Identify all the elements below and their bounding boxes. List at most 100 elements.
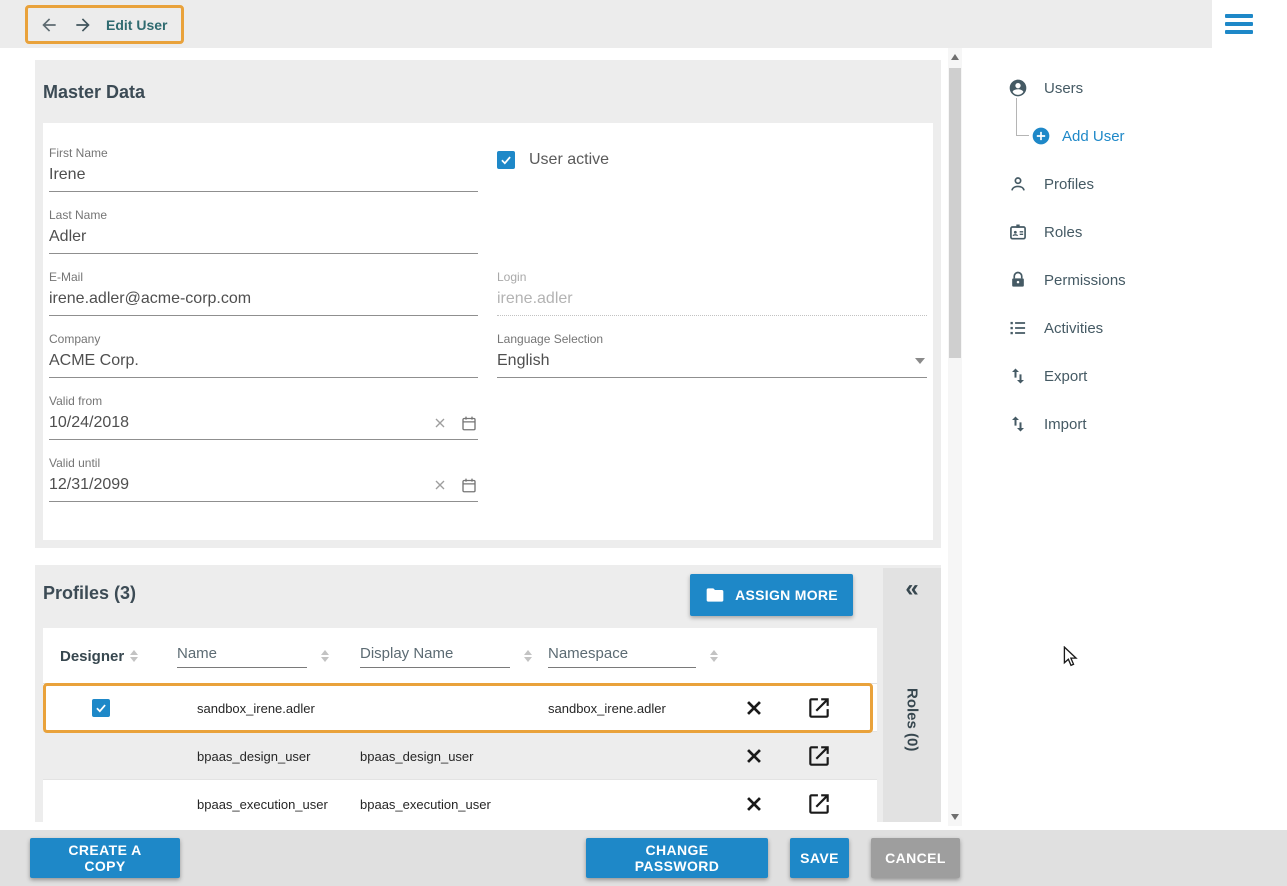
clear-date-icon[interactable] <box>432 415 448 431</box>
open-in-new-icon <box>806 695 832 721</box>
add-circle-icon <box>1031 126 1051 146</box>
sidebar-item-export[interactable]: Export <box>1008 352 1087 400</box>
company-label: Company <box>49 332 478 346</box>
column-label: Designer <box>60 648 124 665</box>
lock-icon <box>1008 270 1028 290</box>
valid-from-field[interactable]: Valid from 10/24/2018 <box>49 394 478 440</box>
language-value[interactable]: English <box>497 352 903 370</box>
column-header-name[interactable]: Name <box>177 628 329 684</box>
chevron-down-icon[interactable] <box>915 358 925 364</box>
sidebar-item-label: Export <box>1044 368 1087 385</box>
action-bar: CREATE A COPY CHANGE PASSWORD SAVE CANCE… <box>0 830 1287 886</box>
remove-profile-button[interactable] <box>743 780 765 822</box>
column-label[interactable]: Name <box>177 645 307 668</box>
last-name-field[interactable]: Last Name Adler <box>49 208 478 254</box>
company-value[interactable]: ACME Corp. <box>49 352 478 370</box>
table-row-bpaas-execution-user[interactable]: bpaas_execution_user bpaas_execution_use… <box>43 780 877 822</box>
scroll-up-arrow-icon[interactable] <box>951 54 959 60</box>
remove-x-icon <box>743 697 765 719</box>
valid-from-label: Valid from <box>49 394 478 408</box>
email-label: E-Mail <box>49 270 478 284</box>
calendar-icon[interactable] <box>460 476 478 494</box>
remove-x-icon <box>743 745 765 767</box>
sort-icon[interactable] <box>524 650 532 662</box>
sidebar-item-permissions[interactable]: Permissions <box>1008 256 1126 304</box>
nav-highlight-box: Edit User <box>25 5 184 44</box>
sidebar-item-label: Add User <box>1062 128 1125 145</box>
first-name-field[interactable]: First Name Irene <box>49 146 478 192</box>
badge-icon <box>1008 222 1028 242</box>
scroll-down-arrow-icon[interactable] <box>951 814 959 820</box>
email-value[interactable]: irene.adler@acme-corp.com <box>49 290 478 308</box>
open-profile-button[interactable] <box>806 732 832 780</box>
sidebar-item-roles[interactable]: Roles <box>1008 208 1082 256</box>
last-name-value[interactable]: Adler <box>49 228 478 246</box>
email-field[interactable]: E-Mail irene.adler@acme-corp.com <box>49 270 478 316</box>
designer-checkbox[interactable] <box>92 684 110 732</box>
top-bar: Edit User <box>0 0 1212 48</box>
user-active-label: User active <box>529 151 609 169</box>
sidebar-item-profiles[interactable]: Profiles <box>1008 160 1094 208</box>
column-header-display-name[interactable]: Display Name <box>360 628 532 684</box>
user-active-checkbox-row[interactable]: User active <box>497 151 609 169</box>
arrow-forward-icon <box>73 15 93 35</box>
remove-profile-button[interactable] <box>743 732 765 780</box>
main-content: Master Data First Name Irene User active… <box>0 48 948 830</box>
clear-date-icon[interactable] <box>432 477 448 493</box>
first-name-value[interactable]: Irene <box>49 166 478 184</box>
vertical-scrollbar[interactable] <box>948 48 962 826</box>
table-row-bpaas-design-user[interactable]: bpaas_design_user bpaas_design_user <box>43 732 877 780</box>
cell-name: sandbox_irene.adler <box>197 684 315 732</box>
open-profile-button[interactable] <box>806 780 832 822</box>
profiles-title: Profiles (3) <box>43 583 136 604</box>
menu-button[interactable] <box>1212 0 1287 48</box>
sidebar-item-import[interactable]: Import <box>1008 400 1087 448</box>
expand-panel-button[interactable]: « <box>883 576 941 602</box>
hamburger-icon <box>1225 14 1253 34</box>
open-profile-button[interactable] <box>806 684 832 732</box>
sort-icon[interactable] <box>321 650 329 662</box>
scrollbar-thumb[interactable] <box>949 68 961 358</box>
back-button[interactable] <box>38 14 60 36</box>
change-password-button[interactable]: CHANGE PASSWORD <box>586 838 768 878</box>
calendar-icon[interactable] <box>460 414 478 432</box>
master-data-section: Master Data First Name Irene User active… <box>35 60 941 548</box>
arrow-back-icon <box>39 15 59 35</box>
valid-from-value[interactable]: 10/24/2018 <box>49 414 420 432</box>
valid-until-field[interactable]: Valid until 12/31/2099 <box>49 456 478 502</box>
person-outline-icon <box>1008 174 1028 194</box>
save-button[interactable]: SAVE <box>790 838 849 878</box>
login-value: irene.adler <box>497 290 927 308</box>
table-row-sandbox-irene-adler[interactable]: sandbox_irene.adler sandbox_irene.adler <box>43 684 877 732</box>
checkmark-icon <box>94 701 108 715</box>
sort-icon[interactable] <box>130 650 138 662</box>
column-header-namespace[interactable]: Namespace <box>548 628 718 684</box>
remove-profile-button[interactable] <box>743 684 765 732</box>
language-label: Language Selection <box>497 332 927 346</box>
sidebar-item-add-user[interactable]: Add User <box>1031 112 1125 160</box>
sidebar-item-label: Permissions <box>1044 272 1126 289</box>
assign-more-button[interactable]: ASSIGN MORE <box>690 574 853 616</box>
navigation-sidebar: Users Add User Profiles Roles Permission… <box>962 48 1287 830</box>
column-label[interactable]: Display Name <box>360 645 510 668</box>
roles-panel-label[interactable]: Roles (0) <box>904 688 921 751</box>
sidebar-item-label: Import <box>1044 416 1087 433</box>
column-label[interactable]: Namespace <box>548 645 696 668</box>
sort-icon[interactable] <box>710 650 718 662</box>
open-in-new-icon <box>806 743 832 769</box>
sidebar-item-activities[interactable]: Activities <box>1008 304 1103 352</box>
create-copy-button[interactable]: CREATE A COPY <box>30 838 180 878</box>
cell-name: bpaas_design_user <box>197 732 310 780</box>
user-circle-icon <box>1008 78 1028 98</box>
user-active-checkbox[interactable] <box>497 151 515 169</box>
cell-namespace: sandbox_irene.adler <box>548 684 666 732</box>
valid-until-label: Valid until <box>49 456 478 470</box>
company-field[interactable]: Company ACME Corp. <box>49 332 478 378</box>
roles-collapsed-panel[interactable]: « Roles (0) <box>883 568 941 822</box>
forward-button[interactable] <box>72 14 94 36</box>
master-data-title: Master Data <box>43 82 145 103</box>
valid-until-value[interactable]: 12/31/2099 <box>49 476 420 494</box>
language-select-field[interactable]: Language Selection English <box>497 332 927 378</box>
tree-connector <box>1016 98 1029 136</box>
cancel-button[interactable]: CANCEL <box>871 838 960 878</box>
